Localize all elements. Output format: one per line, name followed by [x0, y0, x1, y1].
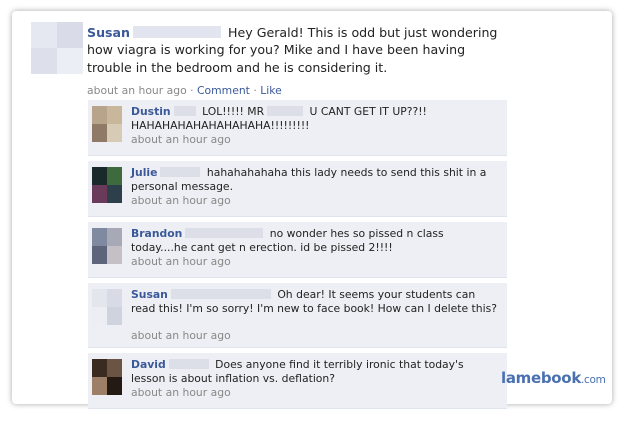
comment-timestamp: about an hour ago	[131, 329, 231, 342]
redacted-surname	[185, 228, 264, 238]
commenter-avatar[interactable]	[92, 359, 122, 395]
comment-link[interactable]: Comment	[197, 84, 250, 97]
watermark-tld: .com	[581, 374, 606, 386]
comment-timestamp: about an hour ago	[131, 194, 231, 207]
redacted-surname	[168, 359, 209, 369]
redacted-surname	[133, 26, 221, 38]
commenter-name[interactable]: David	[131, 358, 166, 371]
comment-text: Brandon no wonder hes so pissed n class …	[131, 227, 501, 254]
comment-item: Julie hahahahahaha this lady needs to se…	[88, 161, 507, 217]
comment-text: Dustin LOL!!!!! MR U CANT GET IT UP??!! …	[131, 105, 501, 132]
comment-timestamp: about an hour ago	[131, 133, 231, 146]
post-card: Susan Hey Gerald! This is odd but just w…	[12, 11, 612, 409]
comment-text: David Does anyone find it terribly ironi…	[131, 358, 501, 385]
comment-message: LOL!!!!! MR	[202, 105, 265, 118]
comment-timestamp: about an hour ago	[131, 255, 231, 268]
post-body: Susan Hey Gerald! This is odd but just w…	[87, 24, 507, 76]
comment-text: Susan Oh dear! It seems your students ca…	[131, 288, 501, 315]
commenter-avatar[interactable]	[92, 106, 122, 142]
comment-item: Brandon no wonder hes so pissed n class …	[88, 222, 507, 278]
redacted-surname	[160, 167, 201, 177]
redacted-name	[267, 106, 304, 116]
commenter-name[interactable]: Susan	[131, 288, 168, 301]
commenter-name[interactable]: Dustin	[131, 105, 171, 118]
commenter-name[interactable]: Brandon	[131, 227, 182, 240]
post-meta: about an hour ago · Comment · Like	[87, 84, 282, 97]
comment-text: Julie hahahahahaha this lady needs to se…	[131, 166, 501, 193]
meta-separator: ·	[186, 84, 198, 97]
comment-list: Dustin LOL!!!!! MR U CANT GET IT UP??!! …	[88, 100, 507, 414]
redacted-surname	[173, 106, 196, 116]
commenter-avatar[interactable]	[92, 167, 122, 203]
post-author-avatar[interactable]	[31, 22, 83, 74]
comment-item: David Does anyone find it terribly ironi…	[88, 353, 507, 409]
post-author-name[interactable]: Susan	[87, 25, 130, 40]
comment-timestamp: about an hour ago	[131, 386, 231, 399]
commenter-avatar[interactable]	[92, 289, 122, 325]
like-link[interactable]: Like	[260, 84, 282, 97]
commenter-avatar[interactable]	[92, 228, 122, 264]
lamebook-watermark: lamebook.com	[501, 369, 606, 387]
watermark-brand: lamebook	[501, 369, 581, 387]
commenter-name[interactable]: Julie	[131, 166, 157, 179]
comment-item: Dustin LOL!!!!! MR U CANT GET IT UP??!! …	[88, 100, 507, 156]
meta-separator: ·	[249, 84, 261, 97]
redacted-surname	[170, 289, 271, 299]
post-timestamp[interactable]: about an hour ago	[87, 84, 187, 97]
comment-item: Susan Oh dear! It seems your students ca…	[88, 283, 507, 348]
